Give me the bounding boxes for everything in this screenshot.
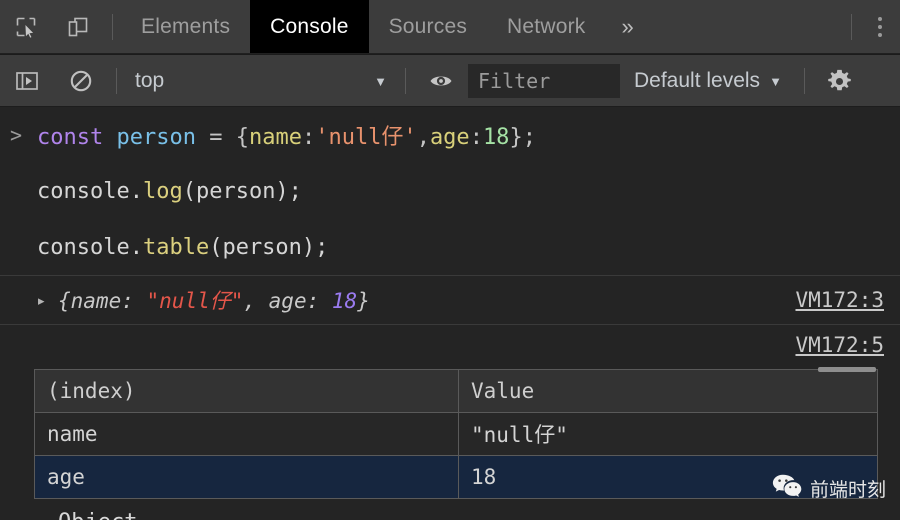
console-table-code: console.table(person); bbox=[37, 234, 329, 260]
tab-network[interactable]: Network bbox=[487, 0, 605, 54]
chevron-down-icon: ▼ bbox=[374, 73, 387, 89]
console-input-line[interactable]: > const person = {name:'null仔',age:18}; bbox=[0, 107, 900, 163]
console-table-object-footer[interactable]: ▸ Object bbox=[0, 501, 900, 520]
vertical-dots-icon[interactable] bbox=[860, 0, 900, 54]
device-toolbar-icon[interactable] bbox=[52, 0, 104, 54]
table-cell-value: "null仔" bbox=[458, 412, 878, 456]
console-messages-area[interactable]: > const person = {name:'null仔',age:18}; … bbox=[0, 107, 900, 520]
chevron-down-icon: ▼ bbox=[769, 73, 782, 89]
tab-sources[interactable]: Sources bbox=[369, 0, 487, 54]
expand-triangle-icon[interactable]: ▸ bbox=[38, 516, 52, 520]
tabbar-divider-right bbox=[851, 14, 852, 40]
tab-console[interactable]: Console bbox=[250, 0, 369, 54]
expand-triangle-icon[interactable]: ▸ bbox=[38, 294, 52, 307]
console-log-code: console.log(person); bbox=[37, 178, 302, 204]
filterbar-divider-2 bbox=[405, 68, 406, 94]
execution-context-label: top bbox=[135, 69, 165, 92]
table-header-value[interactable]: Value bbox=[458, 369, 878, 413]
filterbar-divider-1 bbox=[116, 68, 117, 94]
table-row[interactable]: name "null仔" bbox=[34, 412, 878, 456]
object-footer-label: Object bbox=[58, 510, 137, 520]
inspect-element-icon[interactable] bbox=[0, 0, 52, 54]
console-table-output-row: VM172:5 bbox=[0, 325, 900, 365]
tab-elements[interactable]: Elements bbox=[121, 0, 250, 54]
console-filter-toolbar: top ▼ Default levels ▼ bbox=[0, 55, 900, 107]
log-levels-dropdown[interactable]: Default levels ▼ bbox=[620, 55, 796, 107]
object-preview: {name: "null仔", age: 18} bbox=[58, 289, 370, 313]
tabbar-divider bbox=[112, 14, 113, 40]
console-object-output-row[interactable]: ▸ {name: "null仔", age: 18} VM172:3 bbox=[0, 275, 900, 325]
table-cell-value: 18 bbox=[458, 455, 878, 499]
table-cell-index: age bbox=[34, 455, 459, 499]
table-scrollbar[interactable] bbox=[818, 367, 876, 372]
filter-input[interactable] bbox=[468, 64, 620, 98]
devtools-window: Elements Console Sources Network » top ▼… bbox=[0, 0, 900, 520]
prompt-chevron-icon: > bbox=[10, 123, 23, 147]
console-line-table[interactable]: console.table(person); bbox=[0, 219, 900, 275]
log-levels-label: Default levels bbox=[634, 69, 761, 92]
source-link-vm172-5[interactable]: VM172:5 bbox=[795, 333, 884, 357]
devtools-tabbar: Elements Console Sources Network » bbox=[0, 0, 900, 55]
console-table[interactable]: (index) Value name "null仔" age 18 bbox=[34, 369, 878, 499]
table-cell-index: name bbox=[34, 412, 459, 456]
clear-console-icon[interactable] bbox=[54, 55, 108, 107]
execution-context-selector[interactable]: top ▼ bbox=[125, 55, 397, 107]
more-tabs-button[interactable]: » bbox=[605, 0, 649, 54]
console-line-log[interactable]: console.log(person); bbox=[0, 163, 900, 219]
console-sidebar-icon[interactable] bbox=[0, 55, 54, 107]
gear-icon[interactable] bbox=[813, 55, 867, 107]
table-row[interactable]: age 18 bbox=[34, 455, 878, 499]
source-link-vm172-3[interactable]: VM172:3 bbox=[795, 288, 884, 312]
console-input-code: const person = {name:'null仔',age:18}; bbox=[37, 125, 536, 150]
table-header-index[interactable]: (index) bbox=[34, 369, 459, 413]
live-expression-icon[interactable] bbox=[414, 55, 468, 107]
table-header-row: (index) Value bbox=[34, 369, 878, 413]
console-table-container: (index) Value name "null仔" age 18 bbox=[0, 365, 900, 499]
filterbar-divider-3 bbox=[803, 68, 805, 94]
